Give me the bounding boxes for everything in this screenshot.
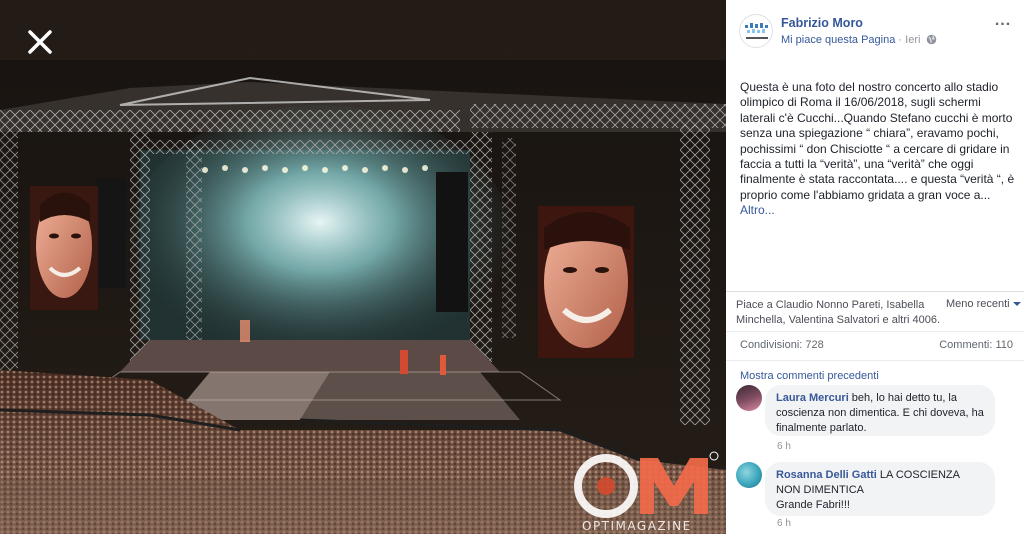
sort-label: Meno recenti bbox=[946, 298, 1010, 310]
commenter-avatar[interactable] bbox=[736, 462, 762, 488]
comment-sort-dropdown[interactable]: Meno recenti bbox=[946, 298, 1021, 310]
post-message: Questa è una foto del nostro concerto al… bbox=[740, 80, 1015, 202]
post-body: Questa è una foto del nostro concerto al… bbox=[740, 80, 1015, 219]
watermark-text: OPTIMAGAZINE bbox=[582, 519, 692, 533]
show-previous-comments-link[interactable]: Mostra commenti precedenti bbox=[740, 370, 879, 382]
shares-count[interactable]: Condivisioni: 728 bbox=[740, 339, 824, 351]
comment-bubble: Laura Mercuri beh, lo hai detto tu, la c… bbox=[765, 385, 995, 436]
comment-time[interactable]: 6 h bbox=[777, 441, 791, 452]
page-logo-icon bbox=[744, 23, 770, 39]
comment-author[interactable]: Laura Mercuri bbox=[776, 392, 849, 404]
comment-time[interactable]: 6 h bbox=[777, 518, 791, 529]
close-button[interactable] bbox=[22, 24, 58, 60]
likes-summary[interactable]: Piace a Claudio Nonno Pareti, Isabella M… bbox=[736, 298, 941, 328]
counts-row: Condivisioni: 728 Commenti: 110 bbox=[726, 332, 1024, 358]
divider bbox=[726, 360, 1024, 361]
photo-viewer: OPTIMAGAZINE bbox=[0, 0, 726, 534]
post-time[interactable]: Ieri bbox=[905, 34, 920, 46]
post-header: Fabrizio Moro Mi piace questa Pagina · I… bbox=[726, 0, 1024, 60]
comments-count[interactable]: Commenti: 110 bbox=[939, 339, 1013, 351]
close-icon bbox=[28, 30, 52, 54]
reactions-row: Piace a Claudio Nonno Pareti, Isabella M… bbox=[726, 292, 1024, 332]
commenter-avatar[interactable] bbox=[736, 385, 762, 411]
post-meta: Mi piace questa Pagina · Ieri bbox=[781, 34, 937, 46]
page-name-link[interactable]: Fabrizio Moro bbox=[781, 16, 863, 30]
see-more-link[interactable]: Altro... bbox=[740, 203, 1015, 218]
globe-icon bbox=[927, 34, 937, 45]
page-avatar[interactable] bbox=[739, 14, 773, 48]
comment-author[interactable]: Rosanna Delli Gatti bbox=[776, 469, 877, 481]
post-panel: Fabrizio Moro Mi piace questa Pagina · I… bbox=[726, 0, 1024, 534]
meta-separator: · bbox=[895, 34, 906, 46]
comment-bubble: Rosanna Delli Gatti LA COSCIENZA NON DIM… bbox=[765, 462, 995, 516]
like-page-link[interactable]: Mi piace questa Pagina bbox=[781, 34, 895, 46]
more-options-icon[interactable]: ... bbox=[992, 12, 1014, 30]
caret-down-icon bbox=[1012, 302, 1021, 306]
